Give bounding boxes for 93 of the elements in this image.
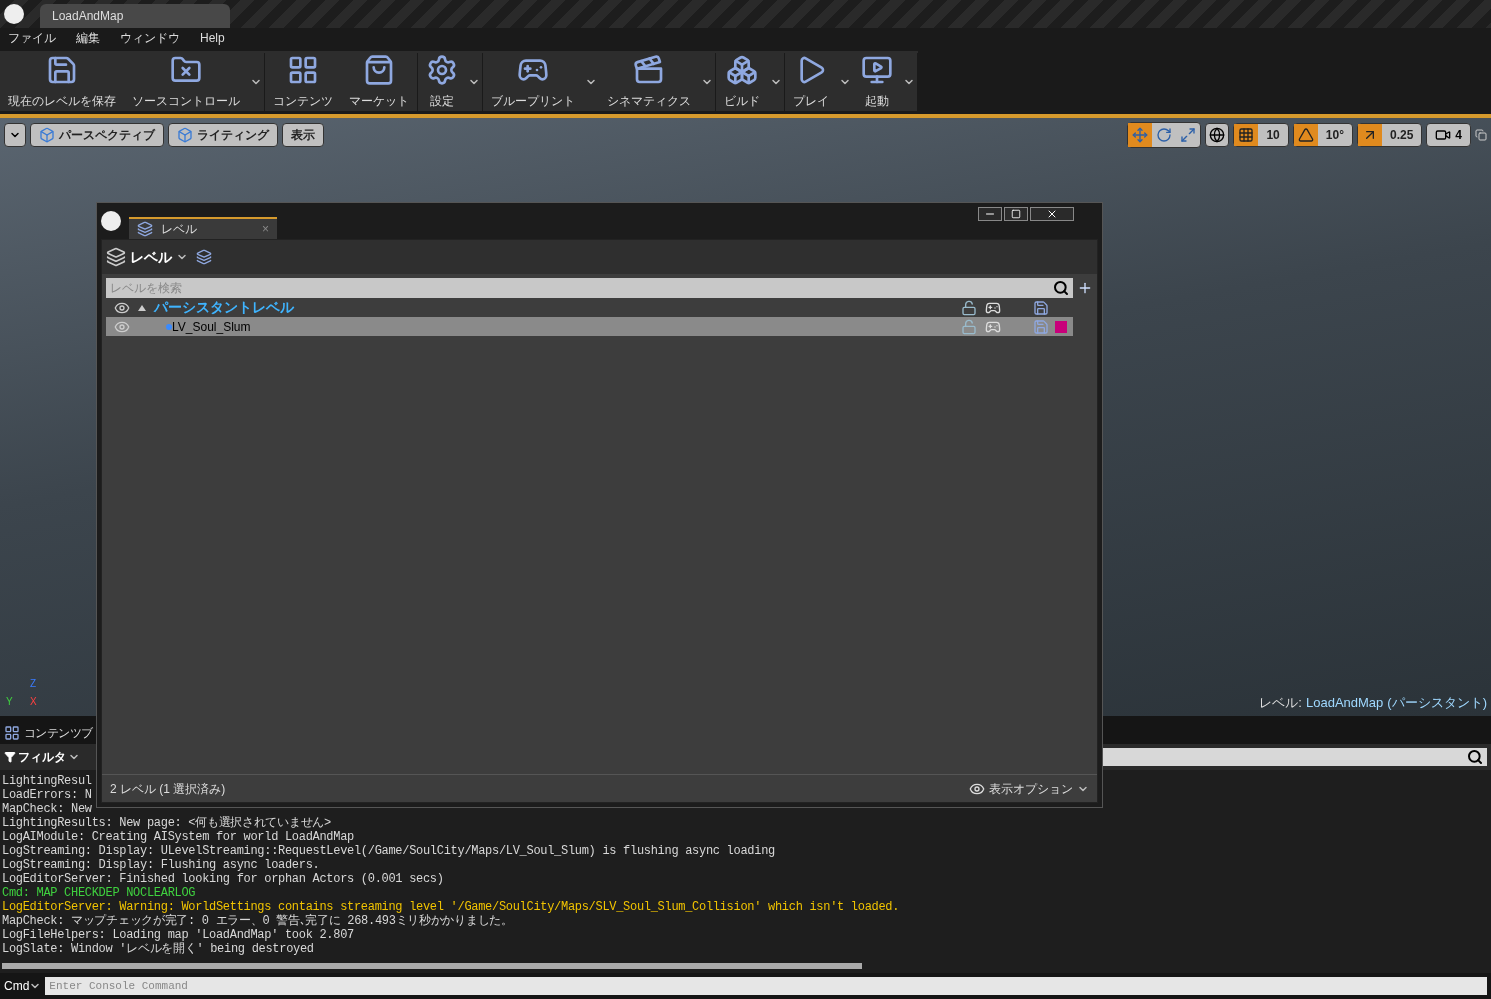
camera-speed-button[interactable]: 4	[1426, 123, 1471, 147]
filter-button[interactable]: フィルタ	[4, 748, 80, 766]
save-icon[interactable]	[1033, 299, 1049, 316]
window-tab[interactable]: レベル ×	[129, 217, 277, 239]
content-icon	[287, 54, 319, 86]
toolbar-button[interactable]: シネマティクス	[599, 54, 699, 110]
toolbar-button[interactable]: マーケット	[341, 54, 417, 110]
log-line: MapCheck: New	[2, 802, 92, 816]
search-field[interactable]: レベルを検索	[106, 278, 1049, 298]
console-mode-button[interactable]: Cmd	[4, 977, 42, 995]
log-line: LightingResul	[2, 774, 92, 788]
expand-triangle-icon[interactable]	[138, 305, 146, 311]
toolbar-button[interactable]: ビルド	[716, 54, 768, 110]
scale-icon	[1180, 127, 1197, 143]
search-icon	[1467, 749, 1483, 765]
maximize-button[interactable]	[1004, 207, 1028, 221]
restore-viewport-icon[interactable]	[1475, 129, 1487, 141]
levels-menu-button[interactable]: レベル	[106, 246, 188, 268]
cube-icon	[177, 127, 193, 143]
level-caption: レベル:	[1259, 693, 1302, 712]
level-row[interactable]: LV_Soul_Slum	[106, 317, 1073, 336]
content-browser-icon	[4, 725, 20, 741]
level-color-swatch[interactable]	[1055, 320, 1067, 333]
snap-toggle[interactable]	[1234, 124, 1259, 146]
move-icon	[1132, 127, 1149, 143]
market-icon	[363, 54, 395, 86]
camera-icon	[1435, 127, 1452, 143]
level-count: 2 レベル (1 選択済み)	[110, 780, 226, 798]
axis-gizmo-icon: Z Y X	[4, 676, 44, 712]
toolbar-button[interactable]: プレイ	[785, 54, 837, 110]
document-tab[interactable]: LoadAndMap	[40, 4, 230, 28]
level-tab-icon	[137, 221, 153, 237]
cinematics-icon	[633, 54, 665, 86]
log-line: LightingResults: New page: <何も選択されていません>	[2, 816, 331, 830]
toolbar-button[interactable]: ブループリント	[483, 54, 583, 110]
level-name: LV_Soul_Slum	[172, 318, 251, 336]
launch-icon	[861, 54, 893, 86]
console-input[interactable]: Enter Console Command	[45, 977, 1487, 995]
log-line: LogFileHelpers: Loading map 'LoadAndMap' took 2.807	[2, 928, 354, 942]
menu-item[interactable]: ファイル	[8, 29, 56, 47]
cube-icon	[39, 127, 55, 143]
settings-icon	[426, 54, 458, 86]
tab-title: レベル	[161, 221, 198, 238]
viewport-button[interactable]: 表示	[282, 123, 324, 147]
filter-icon	[4, 751, 16, 763]
transform-mode-button[interactable]	[1128, 123, 1153, 147]
toolbar-button[interactable]: ソースコントロール	[124, 54, 248, 110]
menu-item[interactable]: 編集	[76, 29, 100, 47]
globe-icon	[1209, 127, 1226, 143]
level-suffix: (パーシスタント)	[1387, 693, 1487, 712]
level-name: パーシスタントレベル	[154, 298, 294, 317]
current-level-name: LoadAndMap	[1306, 693, 1384, 712]
toolbar-button[interactable]: 現在のレベルを保存	[0, 54, 124, 110]
snap-toggle[interactable]	[1293, 124, 1318, 146]
rotation-snap-icon	[1297, 127, 1314, 143]
lock-icon[interactable]	[961, 299, 977, 316]
rotate-icon	[1156, 127, 1173, 143]
level-row[interactable]: パーシスタントレベル	[106, 298, 1073, 317]
grid-snap-icon	[1238, 127, 1255, 143]
close-icon	[1046, 208, 1058, 220]
menu-item[interactable]: ウィンドウ	[120, 29, 180, 47]
viewport-menu-button[interactable]	[4, 123, 26, 147]
search-icon	[1053, 280, 1069, 296]
world-space-button[interactable]	[1205, 123, 1230, 147]
summon-levels-icon[interactable]	[196, 249, 212, 265]
toolbar-button[interactable]: 起動	[853, 54, 901, 110]
log-line: Cmd: MAP CHECKDEP NOCLEARLOG	[2, 886, 196, 900]
log-line: LogAIModule: Creating AISystem for world LoadAndMap	[2, 830, 354, 844]
viewport-button[interactable]: ライティング	[168, 123, 278, 147]
log-search-field[interactable]	[1103, 748, 1487, 766]
levels-icon	[106, 247, 126, 267]
log-line: LogStreaming: Display: ULevelStreaming::RequestLevel(/Game/SoulCity/Maps/LV_Soul_Slum) is flushing async loading	[2, 844, 775, 858]
log-line: MapCheck: マップチェックが完了: 0 エラー、0 警告､完了に 268.493ミリ秒かかりました。	[2, 914, 513, 928]
save-icon	[46, 54, 78, 86]
add-level-icon[interactable]	[1077, 280, 1093, 296]
panel-tab[interactable]: コンテンツブ	[24, 724, 93, 742]
log-line: LogSlate: Window 'レベルを開く' being destroyed	[2, 942, 314, 956]
toolbar-button[interactable]: 設定	[418, 54, 466, 110]
view-options-button[interactable]: 表示オプション	[969, 779, 1089, 798]
search-button[interactable]	[1049, 278, 1073, 298]
snap-toggle[interactable]	[1357, 124, 1382, 146]
build-icon	[726, 54, 758, 86]
close-button[interactable]	[1030, 207, 1074, 221]
menu-item[interactable]: Help	[200, 29, 225, 47]
maximize-icon	[1011, 209, 1021, 219]
horizontal-scrollbar[interactable]	[2, 963, 862, 969]
log-line: LogEditorServer: Finished looking for orphan Actors (0.001 secs)	[2, 872, 444, 886]
log-line: LogStreaming: Display: Flushing async loaders.	[2, 858, 320, 872]
toolbar-button[interactable]: コンテンツ	[265, 54, 341, 110]
log-line: LogEditorServer: Warning: WorldSettings contains streaming level '/Game/SoulCity/Maps/SLV_Soul_Slum_Collision' which isn't loaded.	[2, 900, 900, 914]
minimize-button[interactable]	[978, 207, 1002, 221]
log-line: LoadErrors: N	[2, 788, 92, 802]
viewport-button[interactable]: パースペクティブ	[30, 123, 164, 147]
